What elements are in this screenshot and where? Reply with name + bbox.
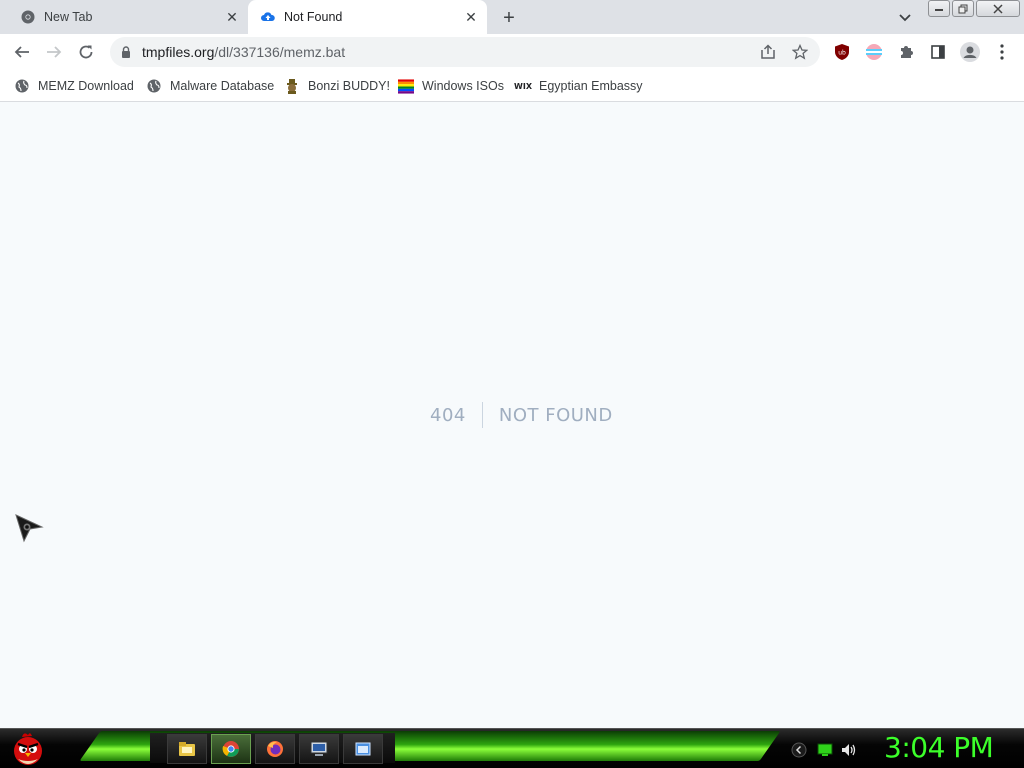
window-icon (355, 742, 371, 756)
pride-flag-extension-icon[interactable] (862, 40, 886, 64)
globe-icon (146, 78, 162, 94)
taskbar-window[interactable] (343, 734, 383, 764)
tab-title: Not Found (284, 10, 343, 24)
tab-new-tab[interactable]: New Tab ✕ (8, 0, 248, 34)
globe-icon (14, 78, 30, 94)
tab-not-found[interactable]: Not Found ✕ (248, 0, 487, 34)
bookmark-star-icon[interactable] (788, 40, 812, 64)
bookmarks-bar: MEMZ Download Malware Database Bonzi BUD… (0, 70, 1024, 102)
taskbar (0, 728, 1024, 768)
chrome-icon (222, 741, 239, 757)
tab-strip: New Tab ✕ Not Found ✕ + (0, 0, 1024, 34)
close-tab-icon[interactable]: ✕ (224, 9, 240, 25)
error-code: 404 (430, 402, 483, 428)
restore-button[interactable] (952, 0, 974, 17)
bookmark-label: Egyptian Embassy (539, 79, 643, 93)
reload-icon (79, 45, 93, 59)
svg-text:ub: ub (838, 50, 846, 57)
taskbar-chrome[interactable] (211, 734, 251, 764)
ublock-icon[interactable]: ub (830, 40, 854, 64)
bookmark-windows-isos[interactable]: Windows ISOs (398, 74, 504, 98)
bookmark-malware-database[interactable]: Malware Database (146, 74, 274, 98)
start-button[interactable] (8, 729, 48, 768)
back-button[interactable] (10, 40, 34, 64)
arrow-right-icon (47, 46, 62, 58)
puzzle-icon[interactable] (894, 40, 918, 64)
taskbar-clock[interactable]: 3:04 PM (884, 731, 994, 764)
file-explorer-icon (179, 742, 195, 756)
bookmark-label: Bonzi BUDDY! (308, 79, 390, 93)
bookmark-label: MEMZ Download (38, 79, 134, 93)
close-window-button[interactable] (976, 0, 1020, 17)
side-panel-icon[interactable] (926, 40, 950, 64)
reload-button[interactable] (74, 40, 98, 64)
new-tab-button[interactable]: + (498, 7, 520, 29)
rainbow-flag-icon (398, 78, 414, 94)
bookmark-label: Malware Database (170, 79, 275, 93)
address-bar[interactable]: tmpfiles.org/dl/337136/memz.bat (110, 37, 820, 67)
tab-title: New Tab (44, 10, 93, 24)
close-tab-icon[interactable]: ✕ (463, 9, 479, 25)
taskbar-computer[interactable] (299, 734, 339, 764)
bonzi-icon (284, 78, 300, 94)
volume-icon[interactable] (840, 741, 858, 759)
taskbar-firefox[interactable] (255, 734, 295, 764)
error-text: NOT FOUND (498, 404, 613, 426)
computer-icon (310, 741, 328, 756)
lock-icon[interactable] (118, 44, 134, 60)
network-icon[interactable] (816, 741, 834, 759)
firefox-icon (267, 741, 283, 757)
minimize-button[interactable] (928, 0, 950, 17)
kebab-menu-icon[interactable] (990, 40, 1014, 64)
arrow-left-icon (14, 46, 29, 58)
tray-chevron-icon[interactable] (790, 741, 808, 759)
chrome-icon (20, 9, 36, 25)
taskbar-file-explorer[interactable] (167, 734, 207, 764)
page-content: 404 NOT FOUND (0, 103, 1024, 728)
profile-avatar-icon[interactable] (958, 40, 982, 64)
cloud-upload-icon (260, 9, 276, 25)
url-text[interactable]: tmpfiles.org/dl/337136/memz.bat (142, 44, 756, 60)
chevron-down-icon[interactable] (895, 8, 915, 28)
bookmark-memz-download[interactable]: MEMZ Download (14, 74, 134, 98)
mouse-cursor-icon (15, 514, 44, 543)
forward-button[interactable] (42, 40, 66, 64)
angry-bird-icon (14, 733, 42, 765)
wix-icon: WIX (514, 81, 532, 91)
bookmark-label: Windows ISOs (422, 79, 504, 93)
bookmark-egyptian-embassy[interactable]: WIX Egyptian Embassy (514, 74, 643, 98)
bookmark-bonzi-buddy[interactable]: Bonzi BUDDY! (284, 74, 390, 98)
share-icon[interactable] (756, 40, 780, 64)
not-found-message: 404 NOT FOUND (430, 402, 613, 428)
browser-toolbar: tmpfiles.org/dl/337136/memz.bat ub (0, 34, 1024, 70)
